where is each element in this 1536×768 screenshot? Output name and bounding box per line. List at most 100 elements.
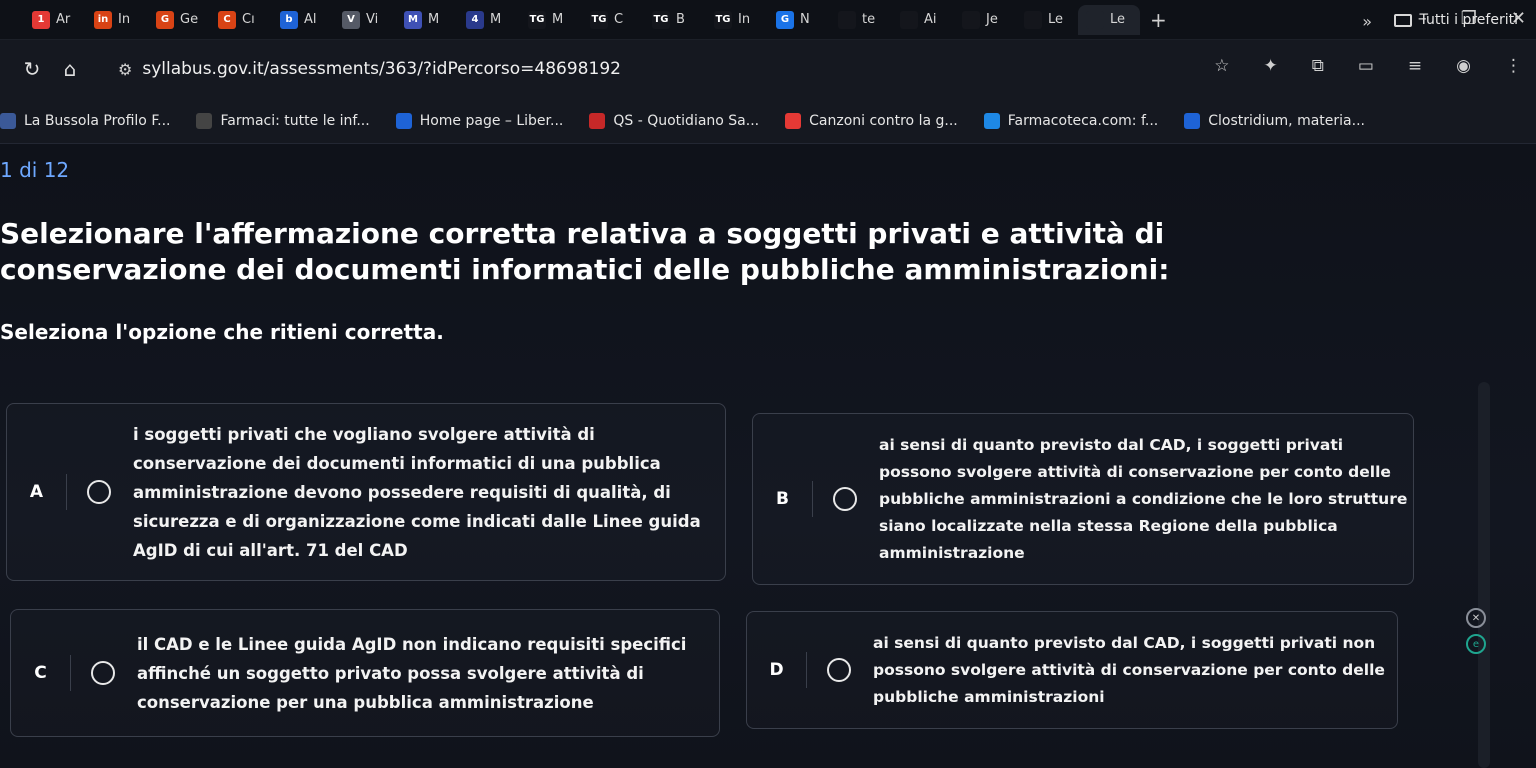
bookmark-label: QS - Quotidiano Sa... xyxy=(613,112,760,129)
browser-tab[interactable]: C Cı xyxy=(210,5,272,35)
bookmark-favicon-icon xyxy=(983,112,1000,129)
tab-label: Le xyxy=(1110,12,1126,27)
bookmark-label: Clostridium, materia... xyxy=(1208,112,1365,129)
bookmark-item[interactable]: Clostridium, materia... xyxy=(1184,112,1365,129)
reload-icon[interactable]: ↻ xyxy=(18,55,46,83)
bookmarks-overflow-icon[interactable]: » xyxy=(1362,12,1372,31)
extensions-icon[interactable]: ✦ xyxy=(1263,56,1277,76)
option-text: i soggetti privati che vogliano svolgere… xyxy=(133,424,701,560)
browser-tab[interactable]: TG B xyxy=(644,5,706,35)
bookmark-label: Farmaci: tutte le inf... xyxy=(220,112,370,129)
tab-label: In xyxy=(738,12,751,27)
option-letter: B xyxy=(753,481,813,517)
tab-label: Ai xyxy=(924,12,937,27)
browser-tab[interactable]: V Vi xyxy=(334,5,396,35)
browser-tab[interactable]: te xyxy=(830,5,892,35)
reading-list-icon[interactable]: ≡ xyxy=(1408,56,1422,76)
browser-tab[interactable]: 4M xyxy=(458,5,520,35)
browser-tab[interactable]: 1 Ar xyxy=(24,5,86,35)
browser-tab[interactable]: TG C xyxy=(582,5,644,35)
option-d[interactable]: D ai sensi di quanto previsto dal CAD, i… xyxy=(746,611,1398,729)
tab-favicon-icon: G xyxy=(156,10,174,29)
tab-favicon-icon xyxy=(962,10,980,29)
browser-tab[interactable]: G Ge xyxy=(148,5,210,35)
tab-favicon-icon: TG xyxy=(714,10,732,29)
tab-favicon-icon: TG xyxy=(652,10,670,29)
browser-tab[interactable]: TG M xyxy=(520,5,582,35)
bookmark-favicon-icon xyxy=(785,112,802,129)
bookmark-item[interactable]: Farmacoteca.com: f... xyxy=(983,112,1158,129)
bookmark-item[interactable]: Home page – Liber... xyxy=(395,112,563,129)
browser-tab[interactable]: Ai xyxy=(892,5,954,35)
tab-favicon-icon: C xyxy=(218,10,236,29)
tab-label: te xyxy=(862,12,876,27)
radio-button[interactable] xyxy=(833,487,857,511)
option-text: ai sensi di quanto previsto dal CAD, i s… xyxy=(873,633,1385,706)
bookmark-label: La Bussola Profilo F... xyxy=(24,112,171,129)
page-scrollbar[interactable] xyxy=(1478,382,1490,768)
tab-favicon-icon xyxy=(900,10,918,29)
browser-tab[interactable]: MM xyxy=(396,5,458,35)
extension-e-icon[interactable]: e xyxy=(1466,634,1486,654)
instruction-text: Seleziona l'opzione che ritieni corretta… xyxy=(0,320,444,344)
bookmark-favicon-icon xyxy=(0,112,16,129)
bookmark-item[interactable]: La Bussola Profilo F... xyxy=(0,112,171,129)
bookmark-star-icon[interactable]: ☆ xyxy=(1214,56,1229,76)
puzzle-icon[interactable]: ⧉ xyxy=(1312,56,1324,76)
browser-tab[interactable]: Le xyxy=(1016,5,1078,35)
tab-label: B xyxy=(676,12,685,27)
tab-label: M xyxy=(552,12,564,27)
option-b[interactable]: B ai sensi di quanto previsto dal CAD, i… xyxy=(752,413,1414,585)
option-text: il CAD e le Linee guida AgID non indican… xyxy=(137,634,687,712)
radio-button[interactable] xyxy=(91,661,115,685)
tab-favicon-icon: in xyxy=(94,10,112,29)
option-letter: D xyxy=(747,652,807,688)
bookmark-item[interactable]: QS - Quotidiano Sa... xyxy=(589,112,760,129)
close-circle-icon[interactable]: ✕ xyxy=(1466,608,1486,628)
tab-label: C xyxy=(614,12,624,27)
tab-favicon-icon xyxy=(1024,10,1042,29)
tab-favicon-icon: G xyxy=(776,10,794,29)
tab-label: In xyxy=(118,12,131,27)
profile-icon[interactable]: ◉ xyxy=(1456,56,1471,76)
bookmark-item[interactable]: Farmaci: tutte le inf... xyxy=(196,112,370,129)
tab-favicon-icon: TG xyxy=(528,10,546,29)
tab-label: Ge xyxy=(180,12,199,27)
tab-favicon-icon xyxy=(1086,10,1104,29)
tab-favicon-icon xyxy=(838,10,856,29)
tab-label: M xyxy=(428,12,440,27)
radio-button[interactable] xyxy=(87,480,111,504)
tab-label: N xyxy=(800,12,810,27)
browser-tab[interactable]: in In xyxy=(86,5,148,35)
option-a[interactable]: A i soggetti privati che vogliano svolge… xyxy=(6,403,726,581)
tab-label: Le xyxy=(1048,12,1064,27)
option-text: ai sensi di quanto previsto dal CAD, i s… xyxy=(879,435,1408,562)
radio-button[interactable] xyxy=(827,658,851,682)
tab-favicon-icon: 1 xyxy=(32,10,50,29)
browser-tab[interactable]: GN xyxy=(768,5,830,35)
home-icon[interactable]: ⌂ xyxy=(56,55,84,83)
browser-tab[interactable]: b Al xyxy=(272,5,334,35)
browser-tab[interactable]: Je xyxy=(954,5,1016,35)
address-bar-url[interactable]: syllabus.gov.it/assessments/363/?idPerco… xyxy=(142,59,621,79)
quiz-page: 1 di 12 Selezionare l'affermazione corre… xyxy=(0,144,1536,768)
bookmark-item[interactable]: Canzoni contro la g... xyxy=(785,112,958,129)
tab-favicon-icon: TG xyxy=(590,10,608,29)
tab-favicon-icon: b xyxy=(280,10,298,29)
option-c[interactable]: C il CAD e le Linee guida AgID non indic… xyxy=(10,609,720,737)
option-letter: C xyxy=(11,655,71,691)
bookmark-favicon-icon xyxy=(196,112,213,129)
tab-label: Vi xyxy=(366,12,379,27)
new-tab-button[interactable]: + xyxy=(1150,8,1167,32)
tab-label: Cı xyxy=(242,12,255,27)
tab-favicon-icon: M xyxy=(404,10,422,29)
browser-tab[interactable]: Le xyxy=(1078,4,1140,35)
browser-tab[interactable]: TG In xyxy=(706,5,768,35)
site-info-icon[interactable]: ⚙ xyxy=(118,60,132,79)
menu-icon[interactable]: ⋮ xyxy=(1505,56,1522,76)
tab-favicon-icon: V xyxy=(342,10,360,29)
bookmark-favicon-icon xyxy=(1184,112,1201,129)
all-bookmarks-label: Tutti i preferiti xyxy=(1419,12,1518,28)
all-bookmarks-button[interactable]: Tutti i preferiti xyxy=(1393,12,1518,28)
cast-icon[interactable]: ▭ xyxy=(1358,56,1374,76)
